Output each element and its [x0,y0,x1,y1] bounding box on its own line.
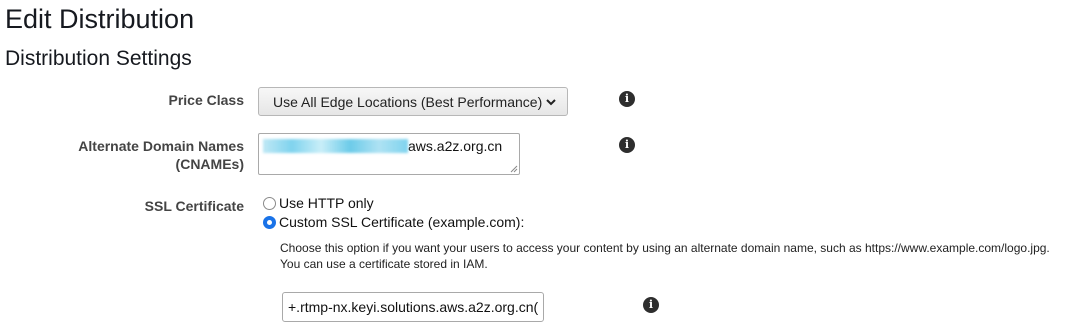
price-class-label: Price Class [168,92,245,108]
cnames-textarea[interactable]: aws.a2z.org.cn [258,133,520,175]
info-icon[interactable]: i [619,137,635,153]
price-class-select[interactable]: Use All Edge Locations (Best Performance… [258,87,568,116]
custom-ssl-radio[interactable] [263,216,276,229]
section-title: Distribution Settings [5,47,192,70]
use-http-only-radio[interactable] [263,197,276,210]
info-icon[interactable]: i [643,297,659,313]
cnames-label-line1: Alternate Domain Names [78,138,244,154]
redacted-text [263,139,408,153]
cnames-label-line2: (CNAMEs) [175,156,244,172]
cnames-label: Alternate Domain Names (CNAMEs) [78,137,244,173]
use-http-only-label[interactable]: Use HTTP only [279,195,374,211]
help-line-1: Choose this option if you want your user… [280,241,1050,255]
certificate-input[interactable]: +.rtmp-nx.keyi.solutions.aws.a2z.org.cn( [282,292,544,322]
price-class-selected-value: Use All Edge Locations (Best Performance… [273,93,543,110]
ssl-certificate-label: SSL Certificate [144,198,244,214]
resize-grip-icon[interactable] [510,165,518,173]
custom-ssl-label[interactable]: Custom SSL Certificate (example.com): [279,214,524,230]
info-icon[interactable]: i [619,91,635,107]
chevron-down-icon [546,99,556,106]
cnames-value: aws.a2z.org.cn [408,138,503,154]
help-line-2: You can use a certificate stored in IAM. [280,257,488,271]
page-title: Edit Distribution [5,4,195,34]
custom-ssl-help-text: Choose this option if you want your user… [280,240,1065,272]
